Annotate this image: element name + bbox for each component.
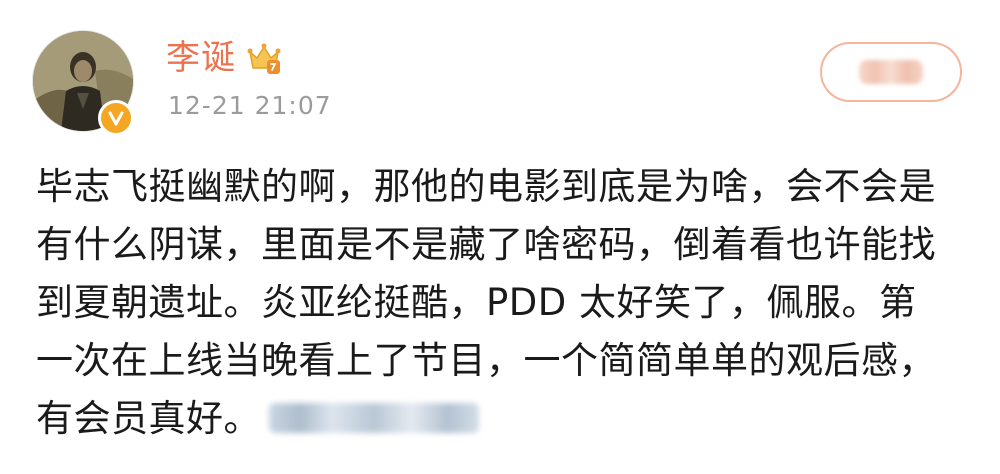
content-line-last: 有会员真好。 (36, 390, 976, 448)
verified-v-icon (98, 100, 134, 136)
post-timestamp: 12-21 21:07 (168, 91, 332, 120)
avatar-container[interactable] (32, 30, 134, 136)
crown-vip-icon[interactable] (246, 40, 282, 76)
post-content: 毕志飞挺幽默的啊，那他的电影到底是为啥，会不会是 有什么阴谋，里面是不是藏了啥密… (36, 158, 976, 448)
content-line: 有什么阴谋，里面是不是藏了啥密码，倒着看也许能找 (36, 223, 936, 266)
blurred-link[interactable] (269, 402, 479, 433)
content-line: 毕志飞挺幽默的啊，那他的电影到底是为啥，会不会是 (36, 165, 936, 208)
blurred-follow-label (859, 60, 923, 84)
follow-button[interactable] (820, 42, 962, 102)
content-line: 一次在上线当晚看上了节目，一个简简单单的观后感， (36, 339, 936, 382)
weibo-post-card: 李诞 12-21 21:07 毕志飞挺幽默的啊，那他的电影到底是为啥，会不会是 … (0, 0, 1000, 474)
content-line: 到夏朝遗址。炎亚纶挺酷，PDD 太好笑了，佩服。第 (36, 281, 917, 324)
content-line-text: 有会员真好。 (36, 397, 261, 440)
username[interactable]: 李诞 (166, 36, 236, 80)
